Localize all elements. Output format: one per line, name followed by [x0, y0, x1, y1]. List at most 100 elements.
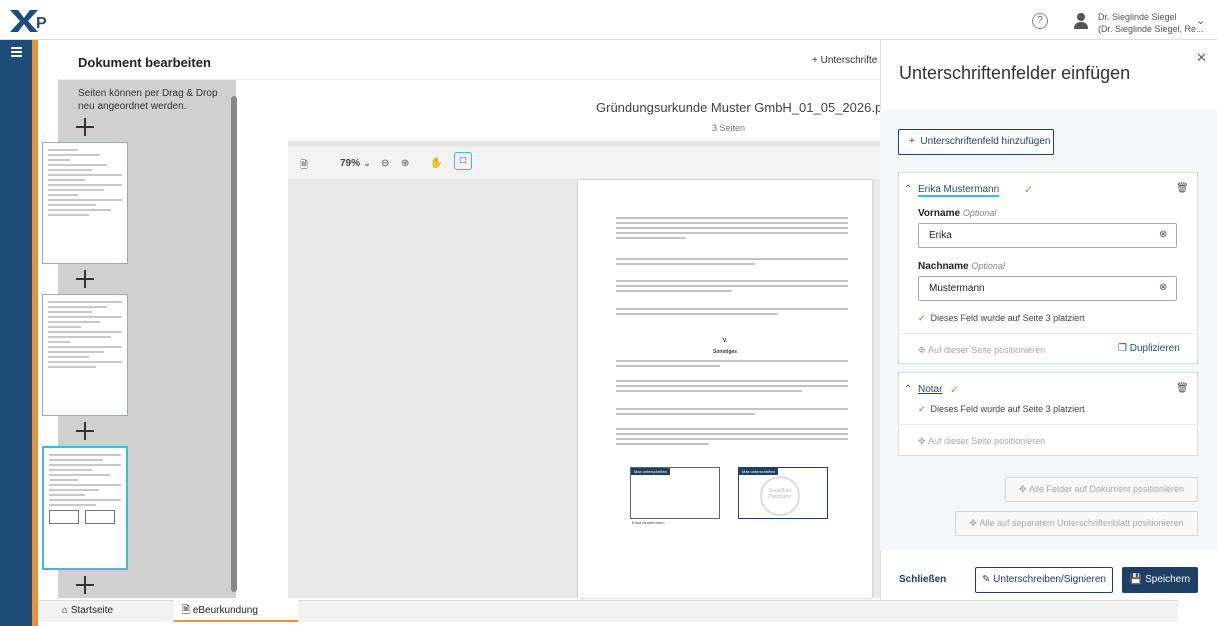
move-icon: ✥: [918, 436, 929, 446]
document-page[interactable]: [578, 180, 872, 598]
sign-button[interactable]: ✎ Unterschreiben/Signieren: [975, 567, 1113, 593]
plus-icon: +: [812, 55, 821, 66]
zoom-out-icon[interactable]: ⊖: [381, 158, 389, 169]
panel-title: Unterschriftenfelder einfügen: [899, 63, 1131, 83]
signature-field-tag: Max unterschriften: [739, 468, 778, 475]
help-icon[interactable]: ?: [1032, 13, 1048, 29]
copy-icon: ❐: [1118, 343, 1130, 354]
save-icon: 💾: [1129, 574, 1146, 585]
position-on-page-label: Auf dieser Seite positionieren: [928, 436, 1046, 446]
duplicate-label: Duplizieren: [1129, 343, 1180, 354]
document-name-label: Gründungsurkunde Muster GmbH_01_05_2026.…: [596, 100, 894, 115]
add-signature-field-label: Unterschriftenfeld hinzufügen: [920, 136, 1051, 147]
seal-placeholder-text: Siegelfeld Platzhalter: [768, 488, 792, 500]
save-button-label: Speichern: [1145, 574, 1191, 585]
signature-field-name: Erika Mustermann: [632, 520, 665, 525]
move-icon: ✥: [918, 345, 929, 355]
home-icon: ⌂: [62, 605, 71, 616]
tab-startseite[interactable]: ⌂ Startseite: [54, 600, 172, 622]
hamburger-menu-icon[interactable]: [11, 47, 22, 57]
add-signature-field-button[interactable]: + Unterschriftenfeld hinzufügen: [898, 129, 1054, 155]
card-name-erika[interactable]: Erika Mustermann: [918, 184, 1000, 197]
tab-ebeurkundung[interactable]: 🗎 eBeurkundung: [174, 600, 298, 622]
sign-pen-icon: ✎: [981, 574, 994, 585]
check-icon: ✓: [918, 313, 926, 323]
chevron-up-icon[interactable]: ⌃: [904, 184, 912, 195]
thumbnails-hint: Seiten können per Drag & Drop neu angeor…: [78, 88, 218, 112]
user-name-line1: Dr. Sieglinde Siegel: [1098, 12, 1177, 22]
move-icon: ✥: [1018, 484, 1029, 494]
document-icon: 🗎: [182, 605, 193, 616]
position-on-page-button-erika[interactable]: ✥ Auf dieser Seite positionieren: [918, 345, 1045, 356]
position-on-page-label: Auf dieser Seite positionieren: [928, 345, 1046, 355]
chevron-down-icon[interactable]: ⌄: [1196, 14, 1205, 27]
insert-page-icon[interactable]: [76, 422, 94, 440]
app-logo[interactable]: P: [10, 10, 50, 32]
page-thumbnail-3[interactable]: [42, 446, 128, 570]
move-icon: ✥: [969, 518, 980, 528]
close-icon[interactable]: ✕: [1196, 50, 1207, 66]
trash-icon[interactable]: 🗑: [1176, 183, 1189, 194]
plus-icon: +: [909, 136, 921, 147]
section-title: Sonstiges: [713, 349, 737, 355]
close-button[interactable]: Schließen: [899, 574, 946, 585]
tab-startseite-label: Startseite: [70, 605, 114, 616]
placed-signature-field-erika[interactable]: Max unterschriften: [630, 467, 720, 519]
card-divider: [898, 333, 1198, 334]
last-name-label: Nachname Optional: [918, 261, 1005, 272]
trash-icon[interactable]: 🗑: [1176, 383, 1189, 394]
hand-pan-icon[interactable]: ✋: [430, 158, 442, 169]
placed-note-erika: ✓ Dieses Feld wurde auf Seite 3 platziert: [918, 313, 1085, 324]
last-name-hint: Optional: [971, 261, 1005, 271]
user-icon[interactable]: [1074, 13, 1088, 29]
placed-note-text: Dieses Feld wurde auf Seite 3 platziert: [930, 404, 1085, 414]
insert-page-icon[interactable]: [76, 270, 94, 288]
first-name-label: Vorname Optional: [918, 208, 996, 219]
page-thumbnail-2[interactable]: [42, 294, 128, 416]
page-count: 3 Seiten: [712, 123, 746, 133]
last-name-label-text: Nachname: [918, 261, 969, 272]
page-title: Dokument bearbeiten: [78, 55, 211, 70]
first-name-input[interactable]: Erika: [918, 223, 1177, 248]
zoom-in-icon[interactable]: ⊕: [401, 158, 409, 169]
position-all-on-document-button[interactable]: ✥ Alle Felder auf Dokument positionieren: [1005, 477, 1198, 502]
first-name-hint: Optional: [962, 208, 997, 218]
position-all-on-separate-sheet-label: Alle auf separatem Unterschriftenblatt p…: [979, 518, 1184, 528]
card-divider: [898, 424, 1198, 425]
position-on-page-button-notar[interactable]: ✥ Auf dieser Seite positionieren: [918, 436, 1045, 447]
clear-icon[interactable]: ⊗: [1159, 229, 1167, 240]
user-name-line2: (Dr. Sieglinde Siegel, Re...: [1098, 24, 1204, 34]
placed-note-text: Dieses Feld wurde auf Seite 3 platziert: [930, 313, 1085, 323]
editor-header: Dokument bearbeiten + Unterschrifte: [58, 40, 880, 80]
svg-text:P: P: [36, 15, 47, 32]
insert-page-icon[interactable]: [76, 576, 94, 594]
duplicate-button[interactable]: ❐ Duplizieren: [1118, 343, 1180, 354]
page-thumbnail-1[interactable]: [42, 142, 128, 264]
zoom-select[interactable]: 79% ⌄: [340, 158, 371, 169]
check-icon: ✓: [950, 384, 960, 396]
last-name-input[interactable]: Mustermann: [918, 276, 1177, 301]
check-icon: ✓: [918, 404, 926, 414]
zoom-value: 79%: [340, 158, 361, 169]
insert-page-icon[interactable]: [76, 118, 94, 136]
clear-icon[interactable]: ⊗: [1159, 282, 1167, 293]
tab-ebeurkundung-label: eBeurkundung: [192, 605, 258, 616]
thumbnails-scrollbar-thumb[interactable]: [231, 96, 237, 592]
sign-button-label: Unterschreiben/Signieren: [993, 574, 1106, 585]
document-name[interactable]: Gründungsurkunde Muster GmbH_01_05_2026.…: [596, 100, 908, 116]
chevron-down-icon: ⌄: [362, 158, 372, 169]
left-rail: [0, 40, 32, 626]
save-button[interactable]: 💾 Speichern: [1122, 567, 1198, 593]
add-signature-top-label: Unterschrifte: [820, 55, 878, 66]
document-icon[interactable]: 🗎: [300, 158, 308, 175]
card-name-notar[interactable]: Notar: [918, 384, 942, 395]
select-field-icon[interactable]: □: [454, 152, 472, 170]
rail-accent-bar: [32, 40, 38, 626]
add-signature-top-button[interactable]: + Unterschrifte: [812, 55, 877, 66]
viewer-toolbar: [288, 147, 880, 179]
user-name[interactable]: Dr. Sieglinde Siegel (Dr. Sieglinde Sieg…: [1098, 11, 1204, 35]
position-all-on-document-label: Alle Felder auf Dokument positionieren: [1028, 484, 1185, 494]
signature-field-tag: Max unterschriften: [631, 468, 670, 475]
position-all-on-separate-sheet-button[interactable]: ✥ Alle auf separatem Unterschriftenblatt…: [955, 511, 1198, 536]
chevron-up-icon[interactable]: ⌃: [904, 384, 912, 395]
